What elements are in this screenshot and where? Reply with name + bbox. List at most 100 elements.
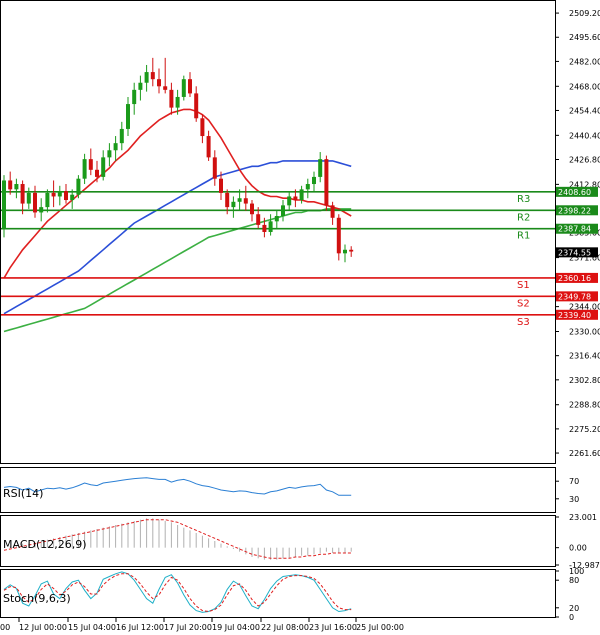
candle-body	[281, 205, 285, 217]
candle-body	[312, 176, 316, 185]
candle-body	[64, 191, 68, 201]
candle-body	[33, 192, 37, 213]
level-name-s1: S1	[517, 280, 530, 291]
level-price-label: 2398.22	[558, 206, 591, 215]
candle-body	[95, 169, 99, 177]
candle-body	[2, 180, 6, 229]
candle-body	[194, 93, 199, 119]
price-tick-label: 2495.60	[569, 33, 600, 42]
candle-body	[57, 191, 62, 197]
candle-body	[107, 150, 112, 158]
stoch-tick-label: 0	[569, 613, 574, 622]
rsi-panel-frame	[0, 467, 556, 513]
price-tick-label: 2288.80	[569, 401, 600, 410]
price-tick-label: 2275.20	[569, 425, 600, 434]
date-axis: 00 12 Jul 00:00 15 Jul 04:00 16 Jul 12:00 17…	[0, 618, 404, 632]
candle-body	[243, 198, 248, 204]
candle-body	[206, 136, 211, 158]
price-tick-label: 2509.20	[569, 9, 600, 18]
candle-body	[330, 205, 335, 218]
price-tick-label: 2261.60	[569, 449, 600, 458]
candle-body	[212, 157, 217, 179]
level-name-r3: R3	[517, 194, 530, 205]
candle-body	[200, 118, 205, 137]
candle-body	[88, 159, 93, 170]
date-tick-label: 15 Jul 04:00	[68, 623, 116, 632]
stoch-label: Stoch(9,6,3)	[3, 592, 71, 605]
candle-body	[219, 178, 223, 193]
candle-body	[45, 192, 50, 208]
candle-body	[231, 201, 236, 208]
candle-body	[318, 159, 323, 177]
candle-body	[262, 224, 267, 232]
candle-body	[175, 96, 180, 108]
candle-body	[237, 198, 242, 202]
date-tick-label-partial: 00	[0, 623, 10, 632]
candle-body	[181, 79, 186, 97]
level-price-label: 2387.84	[558, 225, 591, 234]
candle-body	[287, 196, 292, 206]
candle-body	[82, 159, 87, 179]
candle-body	[324, 159, 329, 206]
candle-body	[268, 221, 273, 232]
candle-body	[14, 184, 19, 190]
price-tick-label: 2468.00	[569, 82, 600, 91]
price-tick-label: 2330.00	[569, 328, 600, 337]
price-tick-label: 2426.80	[569, 156, 600, 165]
rsi-tick-label: 70	[569, 477, 579, 486]
candle-body	[113, 143, 118, 151]
level-price-label: 2339.40	[558, 311, 591, 320]
rsi-label: RSI(14)	[3, 487, 43, 500]
candle-body	[299, 189, 304, 201]
candle-body	[101, 157, 106, 177]
macd-tick-label: 0.00	[569, 544, 587, 553]
price-tick-label: 2302.80	[569, 376, 600, 385]
stoch-panel-frame	[0, 569, 556, 618]
candle-body	[349, 249, 354, 252]
last-price-label: 2374.55	[558, 248, 591, 257]
candle-body	[144, 72, 149, 83]
candle-body	[343, 249, 347, 254]
price-tick-label: 2454.40	[569, 106, 600, 115]
date-tick-label: 12 Jul 00:00	[19, 623, 67, 632]
candle-body	[305, 184, 310, 190]
stoch-tick-label: 100	[569, 567, 584, 576]
stoch-tick-label: 80	[569, 576, 579, 585]
candle-body	[163, 86, 168, 90]
candle-body	[250, 203, 254, 215]
candle-body	[20, 184, 25, 204]
date-tick-label: 25 Jul 00:00	[356, 623, 404, 632]
candle-body	[225, 192, 230, 208]
macd-tick-label: 23.001	[569, 513, 597, 522]
candle-body	[274, 216, 279, 222]
candle-body	[138, 82, 143, 90]
macd-label: MACD(12,26,9)	[3, 538, 87, 551]
candle-body	[132, 89, 137, 105]
candle-body	[126, 104, 130, 129]
date-tick-label: 17 Jul 20:00	[164, 623, 212, 632]
chart: 2509.20 2495.60 2482.00 2468.00 2454.40 2440.…	[0, 0, 600, 632]
candle-body	[39, 207, 44, 213]
date-tick-label: 16 Jul 12:00	[116, 623, 164, 632]
candle-body	[169, 89, 174, 108]
candle-body	[150, 72, 155, 80]
candle-body	[336, 217, 341, 254]
rsi-tick-label: 30	[569, 495, 579, 504]
price-tick-label: 2440.40	[569, 131, 600, 140]
candle-body	[256, 214, 261, 225]
candle-body	[8, 180, 13, 190]
level-price-tags: 2408.60 2398.22 2387.84 2360.16 2349.78 2339.…	[556, 186, 598, 320]
level-name-s2: S2	[517, 298, 530, 309]
level-price-label: 2360.16	[558, 274, 591, 283]
candle-body	[293, 196, 298, 201]
main-panel-frame	[0, 0, 556, 464]
price-tick-label: 2482.00	[569, 57, 600, 66]
candle-body	[70, 194, 75, 201]
candle-body	[119, 128, 124, 144]
level-price-label: 2408.60	[558, 188, 591, 197]
candle-body	[51, 192, 56, 197]
price-tick-label: 2316.40	[569, 352, 600, 361]
level-name-r2: R2	[517, 212, 530, 223]
date-tick-label: 19 Jul 04:00	[212, 623, 260, 632]
stoch-tick-label: 20	[569, 604, 579, 613]
